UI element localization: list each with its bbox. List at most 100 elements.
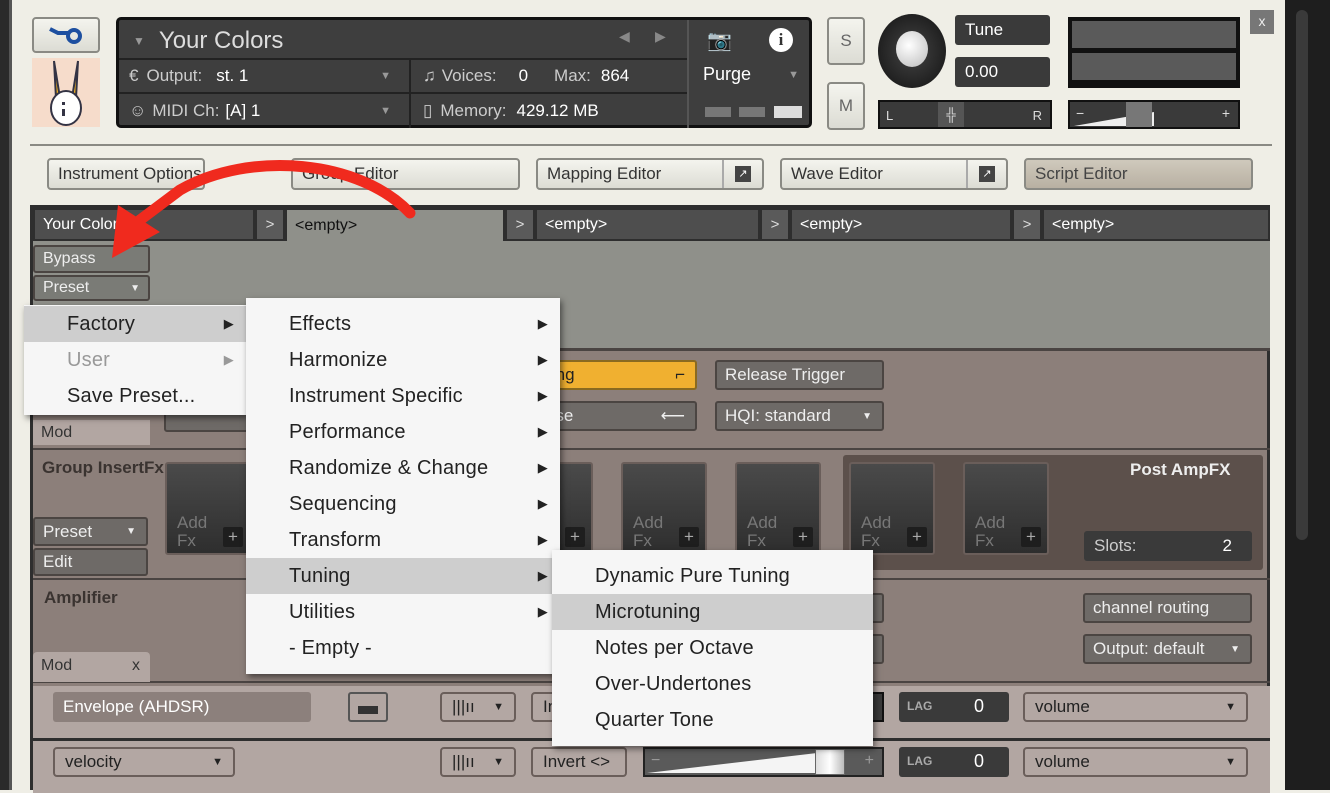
script-tab-5[interactable]: <empty> [1042, 208, 1270, 241]
lag-field[interactable]: LAG 0 [899, 747, 1009, 777]
channel-routing-button[interactable]: channel routing [1083, 593, 1252, 623]
tune-knob[interactable] [878, 14, 946, 88]
instrument-options-button[interactable]: Instrument Options [47, 158, 205, 190]
add-fx-slot[interactable]: Add Fx + [621, 462, 707, 555]
plus-icon[interactable]: + [1021, 527, 1041, 547]
mapping-editor-button[interactable]: Mapping Editor ↗ [536, 158, 764, 190]
menu-item[interactable]: Effects ▶ [246, 306, 560, 342]
menu-item-label: Harmonize [289, 348, 388, 371]
title-dropdown-icon[interactable]: ▼ [133, 34, 145, 48]
submenu-arrow-icon: ▶ [223, 352, 234, 367]
tab-arrow[interactable]: > [1012, 208, 1042, 241]
prev-instrument-icon[interactable]: ◀ [619, 28, 630, 45]
mod-source-envelope[interactable]: Envelope (AHDSR) [53, 692, 311, 722]
menu-item-label: Randomize & Change [289, 456, 489, 479]
instrument-title[interactable]: ▼ Your Colors [133, 24, 283, 58]
menu-item[interactable]: Transform ▶ [246, 522, 560, 558]
wrench-icon [49, 27, 82, 44]
plus-icon[interactable]: + [223, 527, 243, 547]
output-selector[interactable]: € Output: st. 1 ▼ [129, 60, 399, 92]
midi-channel-selector[interactable]: ☺ MIDI Ch: [A] 1 ▼ [129, 94, 399, 128]
instrument-icon-bunny [32, 58, 100, 127]
script-tab-3[interactable]: <empty> [535, 208, 760, 241]
mod-source-velocity[interactable]: velocity ▼ [53, 747, 235, 777]
menu-item[interactable]: Factory ▶ [24, 306, 246, 342]
menu-item-label: Performance [289, 420, 406, 443]
tab-arrow[interactable]: > [505, 208, 535, 241]
script-preset-dropdown[interactable]: Preset ▼ [33, 275, 150, 301]
add-fx-slot[interactable]: Add Fx + [165, 462, 251, 555]
envelope-edit-button[interactable] [348, 692, 388, 722]
menu-item-label: Dynamic Pure Tuning [595, 564, 791, 587]
script-tab-4[interactable]: <empty> [790, 208, 1012, 241]
mod-curve-dropdown[interactable]: |||ıı ▼ [440, 692, 516, 722]
add-fx-slot[interactable]: Add Fx + [849, 462, 935, 555]
amp-output-dropdown[interactable]: Output: default ▼ [1083, 634, 1252, 664]
plus-icon[interactable]: + [565, 527, 585, 547]
instrument-header: ▼ Your Colors ◀ ▶ € Output: st. 1 ▼ ☺ MIDI Ch… [116, 17, 812, 128]
tab-arrow[interactable]: > [760, 208, 790, 241]
mod-curve-dropdown[interactable]: |||ıı ▼ [440, 747, 516, 777]
release-trigger-button[interactable]: Release Trigger [715, 360, 884, 390]
menu-item[interactable]: Instrument Specific ▶ [246, 378, 560, 414]
wave-editor-button[interactable]: Wave Editor ↗ [780, 158, 1008, 190]
script-editor-button[interactable]: Script Editor [1024, 158, 1253, 190]
menu-item-label: Sequencing [289, 492, 397, 515]
close-button[interactable]: x [1250, 10, 1274, 34]
tune-value[interactable]: 0.00 [955, 57, 1050, 87]
menu-item-label: Save Preset... [67, 384, 196, 407]
script-tab-1[interactable]: Your Colors [33, 208, 255, 241]
plus-icon[interactable]: + [907, 527, 927, 547]
menu-item[interactable]: Harmonize ▶ [246, 342, 560, 378]
menu-item[interactable]: Performance ▶ [246, 414, 560, 450]
menu-item[interactable]: Quarter Tone [552, 702, 873, 738]
tab-arrow[interactable]: > [255, 208, 285, 241]
scrollbar[interactable] [1296, 10, 1308, 540]
mod-target-dropdown[interactable]: volume ▼ [1023, 747, 1248, 777]
menu-item[interactable]: Dynamic Pure Tuning [552, 558, 873, 594]
submenu-arrow-icon: ▶ [537, 568, 548, 583]
amp-mod-tab[interactable]: Mod x [33, 652, 150, 682]
slots-field[interactable]: Slots: 2 [1084, 531, 1252, 561]
volume-slider[interactable]: − + [1068, 100, 1240, 129]
menu-item[interactable]: Tuning ▶ [246, 558, 560, 594]
submenu-arrow-icon: ▶ [537, 316, 548, 331]
settings-button[interactable] [32, 17, 100, 53]
plus-icon[interactable]: + [793, 527, 813, 547]
snapshot-camera-icon[interactable]: 📷 [707, 28, 732, 53]
menu-item[interactable]: Over-Undertones [552, 666, 873, 702]
group-insertfx-title: Group InsertFx [42, 458, 164, 477]
add-fx-slot[interactable]: Add Fx + [735, 462, 821, 555]
menu-item[interactable]: Microtuning [552, 594, 873, 630]
plus-icon[interactable]: + [679, 527, 699, 547]
mod-intensity-slider[interactable]: + − [643, 747, 884, 777]
menu-item[interactable]: User ▶ [24, 342, 246, 378]
memory-readout: ▯ Memory: 429.12 MB [423, 101, 599, 120]
purge-dropdown[interactable]: Purge ▼ [703, 64, 803, 85]
source-mod-tab[interactable]: Mod [33, 420, 150, 445]
menu-item[interactable]: Sequencing ▶ [246, 486, 560, 522]
level-meter [1068, 17, 1240, 88]
script-tab-2[interactable]: <empty> [285, 208, 505, 241]
insertfx-edit-button[interactable]: Edit [33, 548, 148, 576]
bypass-button[interactable]: Bypass [33, 245, 150, 273]
insertfx-preset-dropdown[interactable]: Preset ▼ [33, 517, 148, 546]
info-icon[interactable]: i [769, 28, 793, 52]
group-editor-button[interactable]: Group Editor [291, 158, 520, 190]
mute-button[interactable]: M [827, 82, 865, 130]
pan-slider[interactable]: L ╬ R [878, 100, 1052, 129]
hqi-dropdown[interactable]: HQI: standard ▼ [715, 401, 884, 431]
menu-item[interactable]: Notes per Octave [552, 630, 873, 666]
menu-item[interactable]: Utilities ▶ [246, 594, 560, 630]
solo-button[interactable]: S [827, 17, 865, 65]
add-fx-slot[interactable]: Add Fx + [963, 462, 1049, 555]
menu-item[interactable]: Randomize & Change ▶ [246, 450, 560, 486]
lag-field[interactable]: LAG 0 [899, 692, 1009, 722]
midi-icon: ☺ [129, 101, 147, 120]
menu-item[interactable]: - Empty - [246, 630, 560, 666]
next-instrument-icon[interactable]: ▶ [655, 28, 666, 45]
menu-item[interactable]: Save Preset... [24, 378, 246, 414]
divider [30, 144, 1272, 146]
invert-button[interactable]: Invert <> [531, 747, 627, 777]
mod-target-dropdown[interactable]: volume ▼ [1023, 692, 1248, 722]
